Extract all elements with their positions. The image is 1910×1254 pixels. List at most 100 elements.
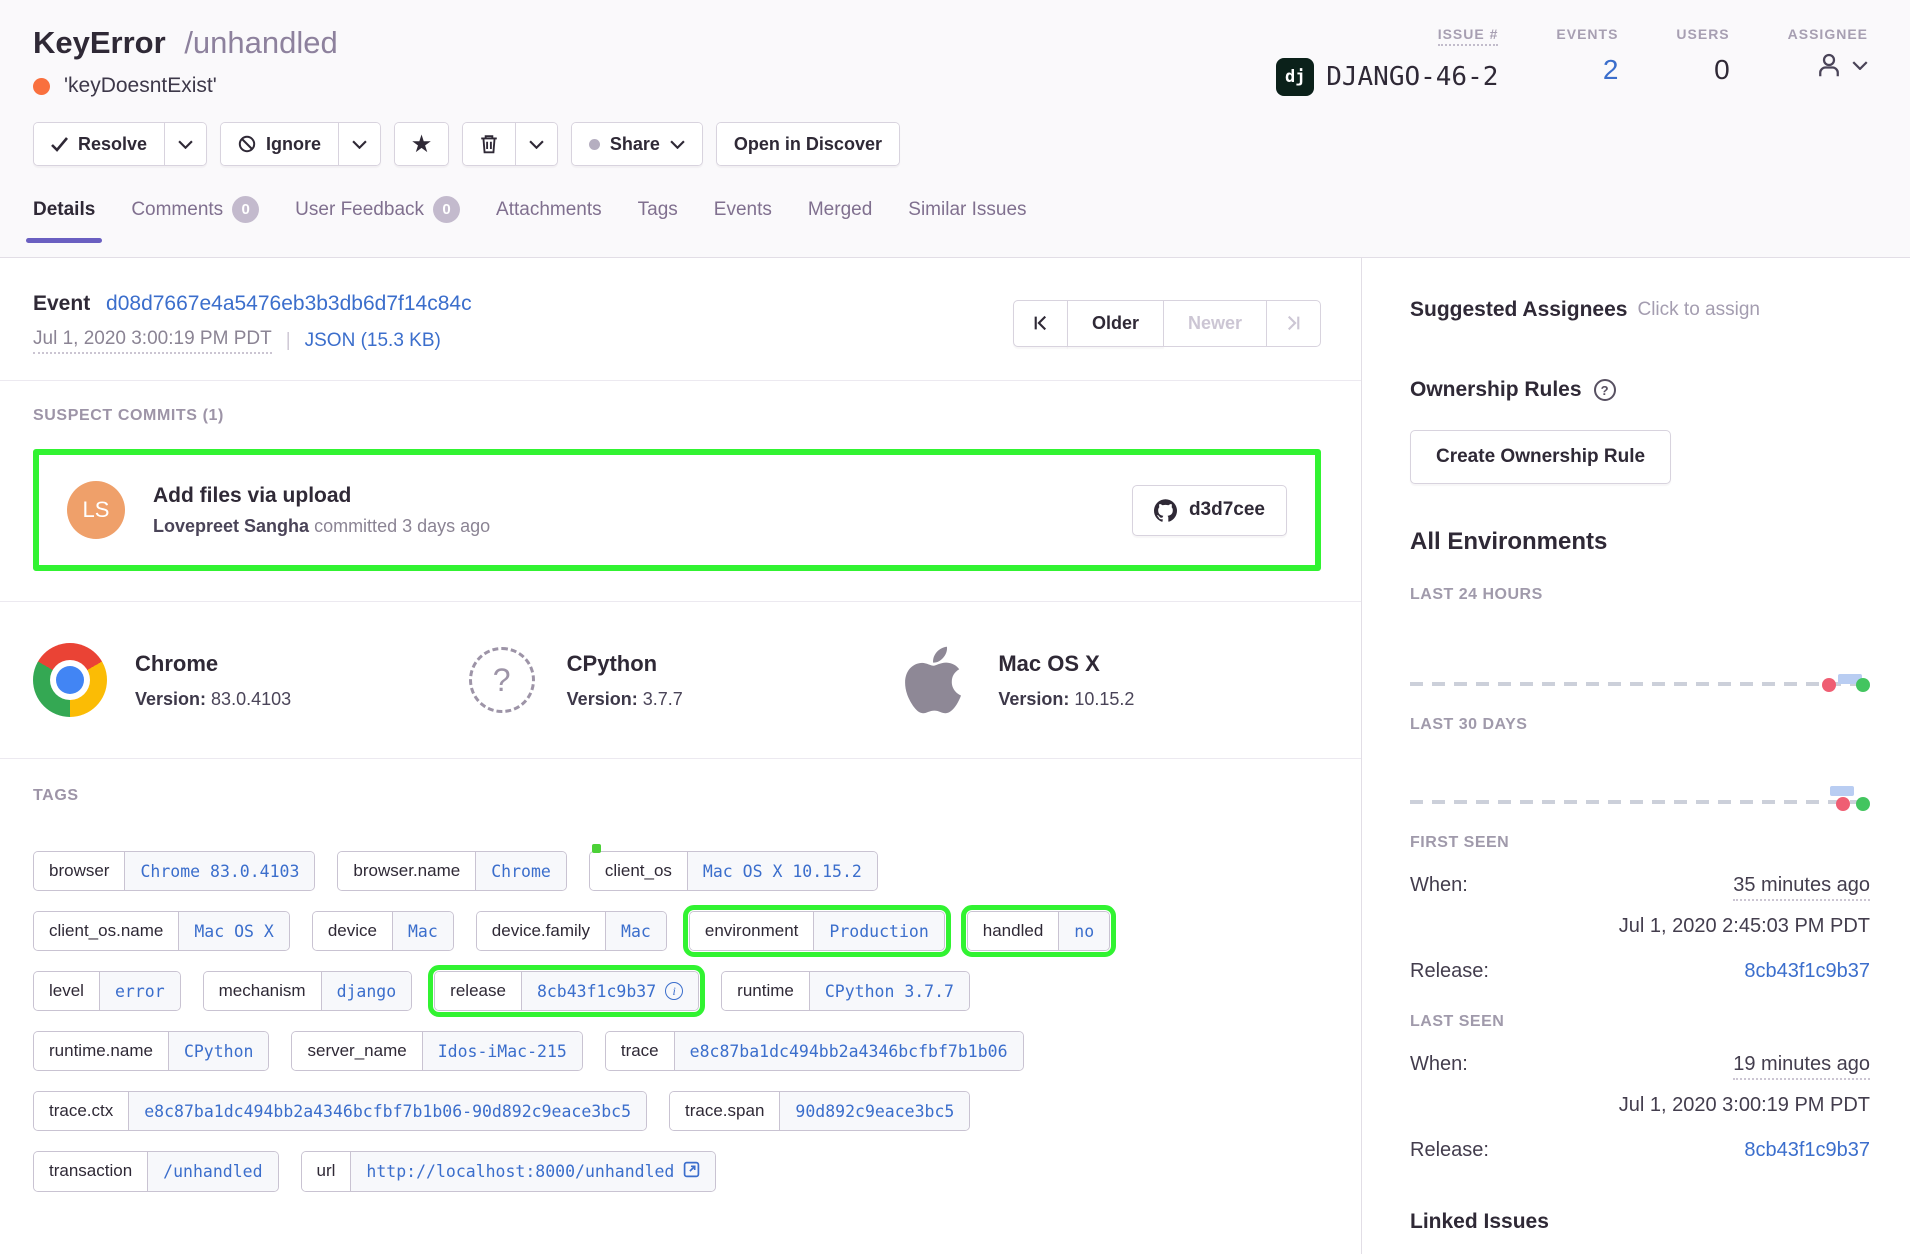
context-version: 3.7.7 [643,689,683,709]
tab-attachments[interactable]: Attachments [496,196,602,241]
tag-row: browserChrome 83.0.4103browser.nameChrom… [33,851,1328,891]
delete-dropdown-button[interactable] [515,123,557,165]
tag-value-link[interactable]: no [1058,912,1109,950]
last-seen-release-link[interactable]: 8cb43f1c9b37 [1744,1139,1870,1162]
suggested-assignees-title: Suggested Assignees [1410,298,1627,322]
first-seen-release-link[interactable]: 8cb43f1c9b37 [1744,960,1870,983]
chevron-down-icon [1852,61,1868,70]
issue-actions: Resolve Ignore ★ [33,122,1874,166]
event-id-link[interactable]: d08d7667e4a5476eb3b3db6d7f14c84c [106,292,472,315]
last-seen-relative[interactable]: 19 minutes ago [1733,1053,1870,1080]
first-seen-label: FIRST SEEN [1410,834,1870,852]
tag-value-link[interactable]: e8c87ba1dc494bb2a4346bcfbf7b1b06-90d892c… [128,1092,646,1130]
events-count[interactable]: 2 [1603,54,1619,86]
error-message: 'keyDoesntExist' [64,74,217,98]
tag-value-link[interactable]: Mac [392,912,453,950]
tab-comments[interactable]: Comments0 [131,196,259,241]
ignore-button[interactable]: Ignore [221,123,338,165]
tag-release: release8cb43f1c9b37 [434,971,699,1011]
suggested-assignees-hint: Click to assign [1637,299,1760,321]
avatar: LS [67,481,125,539]
tag-trace.ctx: trace.ctxe8c87ba1dc494bb2a4346bcfbf7b1b0… [33,1091,647,1131]
create-ownership-rule-button[interactable]: Create Ownership Rule [1410,430,1671,484]
tag-client_os.name: client_os.nameMac OS X [33,911,290,951]
event-label: Event [33,292,90,315]
issue-number-label[interactable]: ISSUE # [1438,26,1499,46]
assignee-dropdown[interactable] [1814,50,1868,80]
tag-key: device [313,912,392,950]
ignore-dropdown-button[interactable] [338,123,380,165]
event-json-link[interactable]: JSON (15.3 KB) [305,330,441,352]
first-page-icon [1032,315,1049,331]
tag-server_name: server_nameIdos-iMac-215 [291,1031,582,1071]
bookmark-star-button[interactable]: ★ [395,123,448,165]
tag-key: server_name [292,1032,421,1070]
tag-value-link[interactable]: 90d892c9eace3bc5 [779,1092,969,1130]
tags-section: TAGS browserChrome 83.0.4103browser.name… [0,759,1361,1192]
oldest-event-button[interactable] [1013,300,1068,347]
tag-browser: browserChrome 83.0.4103 [33,851,315,891]
tag-value-link[interactable]: error [99,972,180,1010]
tag-runtime.name: runtime.nameCPython [33,1031,269,1071]
delete-button[interactable] [463,123,515,165]
tab-details[interactable]: Details [33,196,95,241]
tab-tags[interactable]: Tags [638,196,678,241]
tag-handled: handledno [967,911,1110,951]
tab-merged[interactable]: Merged [808,196,872,241]
tag-value-link[interactable]: Production [813,912,943,950]
commit-author: Lovepreet Sangha [153,516,309,536]
tag-environment: environmentProduction [689,911,945,951]
context-version: 83.0.4103 [211,689,291,709]
tag-value-link[interactable]: 8cb43f1c9b37 [521,972,698,1010]
stat-assignee: ASSIGNEE [1788,26,1868,96]
assignee-label: ASSIGNEE [1788,26,1868,42]
tag-value-link[interactable]: Mac OS X 10.15.2 [687,852,877,890]
event-header: Event d08d7667e4a5476eb3b3db6d7f14c84c J… [0,258,1361,381]
help-icon[interactable] [1594,379,1616,401]
tag-row: transaction/unhandledurlhttp://localhost… [33,1151,1328,1192]
tag-value-link[interactable]: Idos-iMac-215 [422,1032,582,1070]
green-dot-marker [1856,678,1870,692]
open-in-discover-button[interactable]: Open in Discover [717,123,899,165]
tab-similar-issues[interactable]: Similar Issues [908,196,1026,241]
tag-value-link[interactable]: Mac OS X [178,912,288,950]
tag-value-link[interactable]: Chrome [475,852,566,890]
release-label: Release: [1410,1139,1489,1162]
tag-value-link[interactable]: Chrome 83.0.4103 [124,852,314,890]
tab-events[interactable]: Events [714,196,772,241]
all-environments-title: All Environments [1410,528,1870,556]
tag-key: trace.ctx [34,1092,128,1130]
tag-value-link[interactable]: e8c87ba1dc494bb2a4346bcfbf7b1b06 [674,1032,1023,1070]
tag-row: trace.ctxe8c87ba1dc494bb2a4346bcfbf7b1b0… [33,1091,1328,1131]
tags-heading: TAGS [33,787,1328,805]
tag-key: handled [968,912,1059,950]
issue-sidebar: Suggested Assignees Click to assign Owne… [1362,258,1910,1254]
page-title: KeyError /unhandled [33,24,338,61]
latest-page-button[interactable] [1266,300,1321,347]
event-timestamp[interactable]: Jul 1, 2020 3:00:19 PM PDT [33,328,272,354]
tag-value-link[interactable]: django [321,972,412,1010]
sparkline-baseline [1410,800,1868,804]
resolve-button[interactable]: Resolve [34,123,164,165]
tab-user-feedback[interactable]: User Feedback0 [295,196,460,241]
older-event-button[interactable]: Older [1067,300,1164,347]
tag-value-link[interactable]: Mac [605,912,666,950]
tag-key: environment [690,912,814,950]
info-icon [665,982,683,1000]
tag-value-link[interactable]: CPython 3.7.7 [809,972,969,1010]
tag-value-link[interactable]: http://localhost:8000/unhandled [350,1152,715,1191]
first-seen-relative[interactable]: 35 minutes ago [1733,874,1870,901]
tag-key: release [435,972,521,1010]
tag-key: mechanism [204,972,321,1010]
share-button[interactable]: Share [572,123,702,165]
tag-value-link[interactable]: CPython [168,1032,269,1070]
tag-key: runtime [722,972,809,1010]
resolve-dropdown-button[interactable] [164,123,206,165]
users-count[interactable]: 0 [1714,54,1730,86]
meta-separator: | [286,330,291,352]
last-seen-block: LAST SEEN When: 19 minutes ago Jul 1, 20… [1410,1013,1870,1162]
newer-event-button[interactable]: Newer [1163,300,1267,347]
tag-row: levelerrormechanismdjangorelease8cb43f1c… [33,971,1328,1011]
tag-value-link[interactable]: /unhandled [147,1152,277,1191]
commit-sha-button[interactable]: d3d7cee [1132,485,1287,536]
